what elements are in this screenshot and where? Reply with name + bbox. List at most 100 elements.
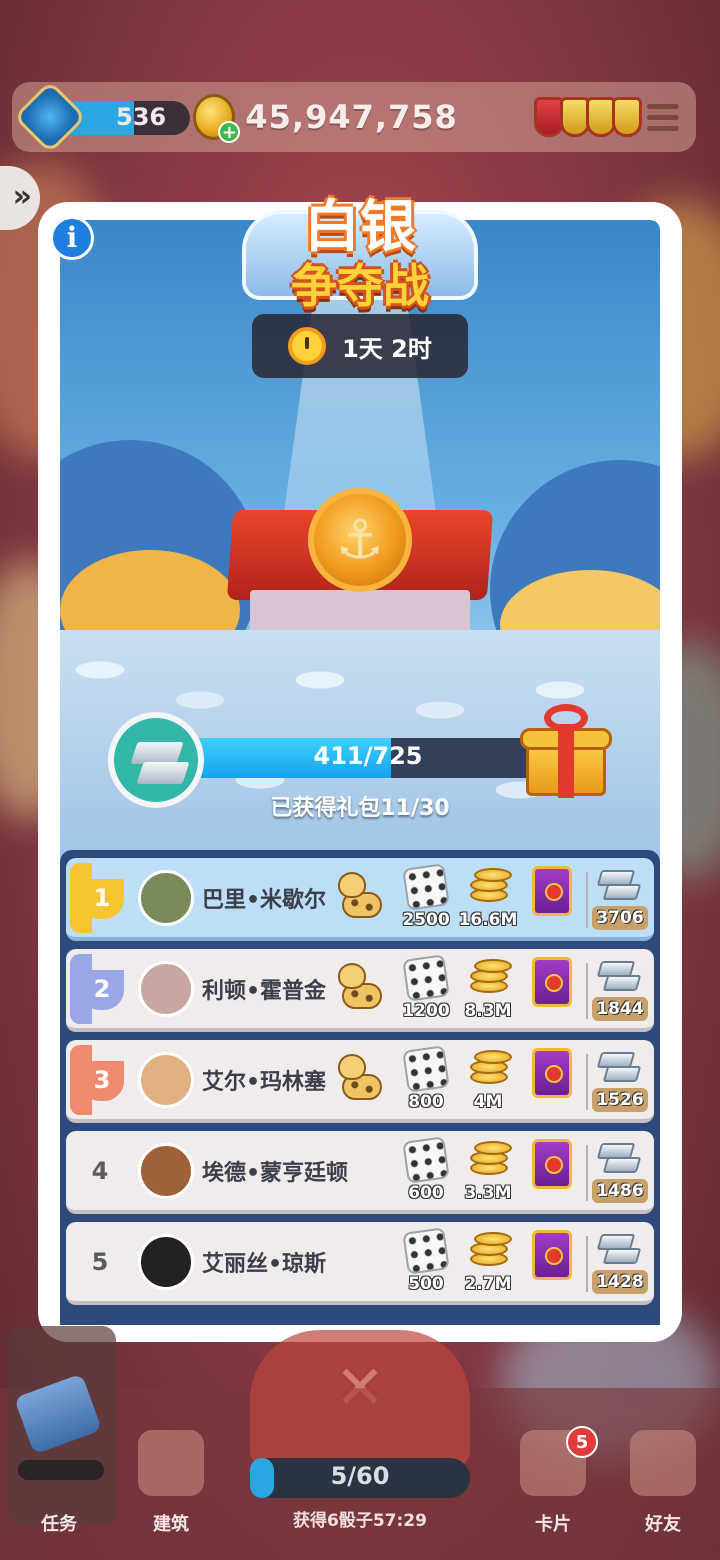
rank-number: 2 bbox=[80, 969, 124, 1010]
rank-number: 1 bbox=[80, 878, 124, 919]
avatar[interactable] bbox=[138, 1233, 194, 1290]
silver-bars-icon bbox=[595, 866, 642, 906]
silver-bars-icon bbox=[595, 957, 642, 997]
coin-stack-icon bbox=[466, 1230, 512, 1274]
player-name: 埃德•蒙亨廷顿 bbox=[202, 1160, 349, 1186]
rank-trophy-icon: 1 bbox=[70, 862, 130, 933]
leaderboard-row[interactable]: 4 埃德•蒙亨廷顿 600 3.3M 1486 bbox=[66, 1131, 654, 1214]
tab-cards[interactable]: 卡片 bbox=[498, 1400, 608, 1550]
silver-score: 1486 bbox=[590, 1139, 648, 1203]
coin-stack-icon bbox=[466, 866, 512, 910]
tab-build-label: 建筑 bbox=[153, 1514, 189, 1535]
rank-number: 3 bbox=[80, 1060, 124, 1101]
progress-text: 411/725 bbox=[313, 742, 423, 770]
level-number: 536 bbox=[116, 103, 167, 131]
cat-token-icon bbox=[338, 961, 388, 1017]
leaderboard-row[interactable]: 2 利顿•霍普金 1200 8.3M 1844 bbox=[66, 949, 654, 1032]
coin-reward-value: 2.7M bbox=[464, 1274, 512, 1294]
cat-token-icon bbox=[338, 1052, 388, 1108]
silver-score: 1526 bbox=[590, 1048, 648, 1112]
divider bbox=[586, 1145, 588, 1201]
rank-trophy-icon: 3 bbox=[70, 1044, 130, 1115]
coin-reward-value: 8.3M bbox=[464, 1001, 512, 1021]
coin-reward-value: 4M bbox=[473, 1092, 503, 1112]
rank-number: 4 bbox=[91, 1156, 109, 1185]
silver-score-value: 1486 bbox=[592, 1179, 648, 1203]
card-pack-icon bbox=[532, 1048, 572, 1098]
dice-reward: 600 bbox=[398, 1136, 454, 1203]
card-pack-reward bbox=[524, 1230, 580, 1294]
card-pack-icon bbox=[532, 1139, 572, 1189]
level-indicator[interactable]: 536 bbox=[13, 80, 190, 154]
event-title-line2: 争夺战 bbox=[291, 259, 429, 313]
tab-build[interactable]: 建筑 bbox=[116, 1400, 226, 1550]
silver-bars-icon bbox=[595, 1230, 642, 1270]
tab-friends[interactable]: 好友 bbox=[608, 1400, 718, 1550]
leaderboard-row[interactable]: 5 艾丽丝•琼斯 500 2.7M 1428 bbox=[66, 1222, 654, 1305]
coin-icon[interactable]: + bbox=[192, 94, 241, 143]
card-pack-reward bbox=[524, 866, 580, 930]
leaderboard: 1 巴里•米歇尔 2500 16.6M 3706 2 利顿•霍普金 1200 8… bbox=[60, 850, 660, 1325]
event-timer: 1天 2时 bbox=[252, 314, 468, 378]
dice-count: 5/60 bbox=[330, 1462, 390, 1490]
info-icon[interactable]: i bbox=[50, 216, 94, 260]
timer-text: 1天 2时 bbox=[342, 334, 432, 363]
build-icon bbox=[138, 1430, 204, 1496]
player-name: 艾丽丝•琼斯 bbox=[202, 1251, 327, 1277]
cat-token-icon bbox=[338, 870, 388, 926]
add-coins-icon[interactable]: + bbox=[218, 121, 241, 143]
dice-icon bbox=[402, 863, 450, 911]
dice-reward-value: 800 bbox=[408, 1092, 444, 1112]
dice-reward-value: 500 bbox=[408, 1274, 444, 1294]
dice-reward-value: 2500 bbox=[402, 910, 450, 930]
packs-earned-text: 已获得礼包11/30 bbox=[270, 796, 450, 821]
silver-bars-icon bbox=[595, 1048, 642, 1088]
leaderboard-row[interactable]: 1 巴里•米歇尔 2500 16.6M 3706 bbox=[66, 858, 654, 941]
tab-friends-label: 好友 bbox=[645, 1514, 681, 1535]
gift-box-icon[interactable] bbox=[518, 704, 614, 800]
dice-reward-value: 1200 bbox=[402, 1001, 450, 1021]
event-title-line1: 白银 bbox=[304, 195, 416, 260]
coin-balance: 45,947,758 bbox=[245, 98, 458, 136]
dice-icon bbox=[402, 1136, 450, 1184]
divider bbox=[586, 1236, 588, 1292]
roll-button[interactable] bbox=[250, 1330, 470, 1470]
divider bbox=[586, 963, 588, 1019]
anchor-icon: ⚓ bbox=[308, 488, 412, 592]
coin-reward: 4M bbox=[460, 1048, 516, 1112]
card-pack-reward bbox=[524, 1139, 580, 1203]
level-star-icon bbox=[13, 80, 87, 154]
dice-reward: 2500 bbox=[398, 863, 454, 930]
coin-reward-value: 3.3M bbox=[464, 1183, 512, 1203]
dice-icon bbox=[402, 1227, 450, 1275]
player-name: 艾尔•玛林塞 bbox=[202, 1069, 327, 1095]
dice-reward: 500 bbox=[398, 1227, 454, 1294]
card-pack-reward bbox=[524, 957, 580, 1021]
silver-bars-icon bbox=[595, 1139, 642, 1179]
card-pack-reward bbox=[524, 1048, 580, 1112]
avatar[interactable] bbox=[138, 869, 194, 926]
dice-refill-timer: 获得6骰子57:29 bbox=[293, 1511, 427, 1531]
card-pack-icon bbox=[532, 1230, 572, 1280]
silver-score: 3706 bbox=[590, 866, 648, 930]
avatar[interactable] bbox=[138, 1051, 194, 1108]
friends-icon bbox=[630, 1430, 696, 1496]
coin-reward: 3.3M bbox=[460, 1139, 516, 1203]
avatar[interactable] bbox=[138, 1142, 194, 1199]
leaderboard-row[interactable]: 3 艾尔•玛林塞 800 4M 1526 bbox=[66, 1040, 654, 1123]
divider bbox=[586, 1054, 588, 1110]
menu-button[interactable] bbox=[642, 94, 684, 140]
card-pack-icon bbox=[532, 957, 572, 1007]
player-name: 巴里•米歇尔 bbox=[202, 887, 327, 913]
shields-icon[interactable] bbox=[533, 97, 642, 137]
tab-cards-label: 卡片 bbox=[535, 1514, 571, 1535]
cards-badge: 5 bbox=[566, 1426, 598, 1458]
silver-score-value: 1844 bbox=[592, 997, 648, 1021]
dice-icon bbox=[402, 1045, 450, 1093]
avatar[interactable] bbox=[138, 960, 194, 1017]
coin-stack-icon bbox=[466, 957, 512, 1001]
silver-score: 1844 bbox=[590, 957, 648, 1021]
tab-tasks[interactable]: 任务 bbox=[4, 1400, 114, 1550]
top-bar: 536 + 45,947,758 bbox=[12, 80, 696, 154]
silver-score: 1428 bbox=[590, 1230, 648, 1294]
